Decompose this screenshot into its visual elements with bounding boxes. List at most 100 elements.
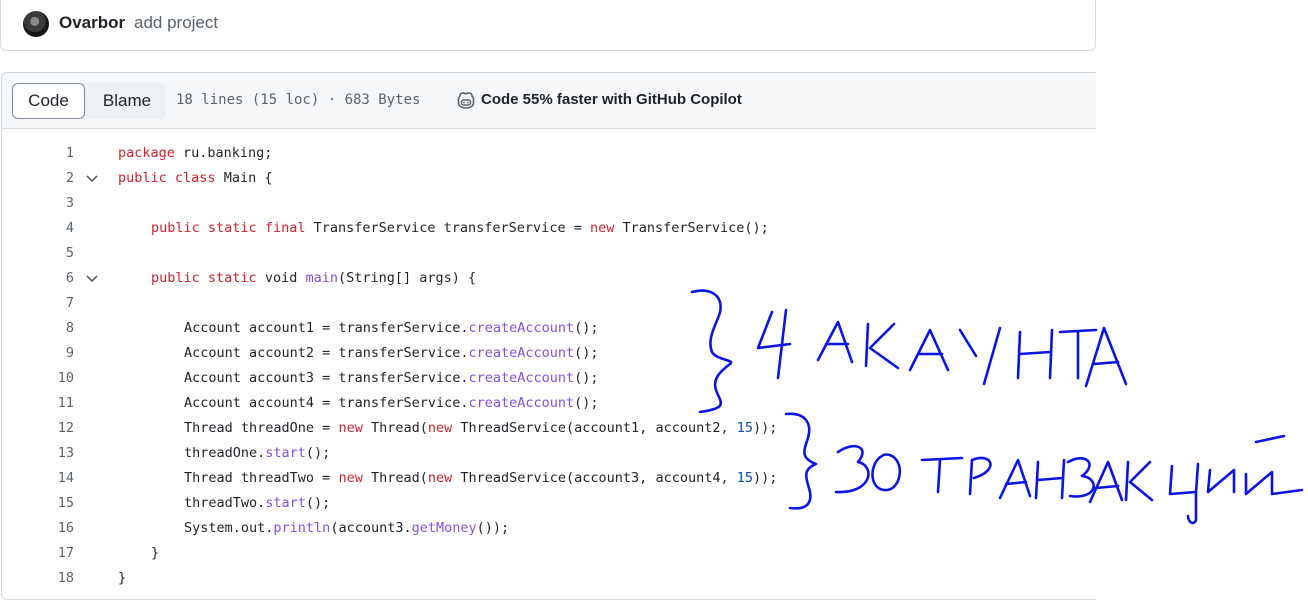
code-text: Thread threadTwo = new Thread(new Thread… [184,466,777,491]
chevron-down-icon[interactable] [85,172,99,186]
code-token: createAccount [468,395,575,411]
line-number[interactable]: 2 [2,166,74,191]
code-text: Account account1 = transferService.creat… [184,316,599,341]
line-number[interactable]: 5 [2,241,74,266]
code-line: 17} [2,541,1096,566]
code-listing: 1 package ru.banking; 2 public class Main {… [2,141,1096,591]
code-token: public [151,270,200,286]
code-token: 15 [736,420,753,436]
commit-author[interactable]: Ovarbor [59,13,125,33]
code-token: (); [305,495,331,511]
code-token: new [338,420,363,436]
code-token: ThreadService(account1, account2, [452,420,737,436]
code-line: 11 Account account4 = transferService.cre… [2,391,1096,416]
code-text: } [151,541,159,566]
code-token: (); [574,370,599,386]
line-number[interactable]: 6 [2,266,74,291]
code-token: new [427,420,453,436]
code-token: getMoney [411,520,477,536]
line-number[interactable]: 12 [2,416,74,441]
code-token: new [589,220,615,236]
line-number[interactable]: 4 [2,216,74,241]
code-text: public class Main { [118,166,272,191]
line-number[interactable]: 11 [2,391,74,416]
code-token: 15 [736,470,753,486]
glyph-i [1206,468,1236,494]
line-number[interactable]: 3 [2,191,74,216]
author-avatar[interactable] [23,11,49,37]
commit-message[interactable]: add project [134,13,218,33]
code-blame-toggle: Code Blame [12,83,166,119]
code-token: (); [574,345,599,361]
code-token: TransferService(); [614,220,769,236]
code-line: 2 public class Main { [2,166,1096,191]
code-token: void [256,270,306,286]
line-number[interactable]: 10 [2,366,74,391]
code-line: 5 [2,241,1096,266]
code-token: Thread( [362,470,428,486]
line-number[interactable]: 16 [2,516,74,541]
code-token: static [207,270,257,286]
code-token: package [118,145,175,161]
code-line: 4 public static final TransferService tra… [2,216,1096,241]
code-token: threadTwo. [184,495,266,511]
code-text: } [118,566,126,591]
copilot-icon [457,92,475,109]
code-token: start [265,495,306,511]
code-token: public [118,170,167,186]
line-number[interactable]: 17 [2,541,74,566]
code-line: 1 package ru.banking; [2,141,1096,166]
code-token: (); [305,445,331,461]
code-line: 6 public static void main(String[] args) … [2,266,1096,291]
code-text: Account account3 = transferService.creat… [184,366,599,391]
code-token: ()); [476,520,510,536]
code-token: new [427,470,453,486]
file-header: Code Blame 18 lines (15 loc) · 683 Bytes… [2,73,1096,129]
line-number[interactable]: 8 [2,316,74,341]
chevron-down-icon[interactable] [85,272,99,286]
line-number[interactable]: 18 [2,566,74,591]
line-number[interactable]: 9 [2,341,74,366]
file-info: 18 lines (15 loc) · 683 Bytes [176,92,421,108]
line-number[interactable]: 14 [2,466,74,491]
tab-blame[interactable]: Blame [88,83,166,119]
code-token: } [118,570,127,586]
code-token: createAccount [468,370,575,386]
glyph-k2 [1124,460,1154,502]
code-token: static [207,220,257,236]
code-text: public static void main(String[] args) { [151,266,476,291]
code-line: 9 Account account2 = transferService.crea… [2,341,1096,366]
line-number[interactable]: 1 [2,141,74,166]
code-line: 8 Account account1 = transferService.crea… [2,316,1096,341]
line-number[interactable]: 13 [2,441,74,466]
code-token: start [265,445,306,461]
tab-code[interactable]: Code [12,83,85,119]
code-line: 3 [2,191,1096,216]
glyph-j [1244,434,1304,496]
code-token: ) [753,420,762,436]
code-token: threadOne. [184,445,266,461]
line-number[interactable]: 15 [2,491,74,516]
code-line: 7 [2,291,1096,316]
code-text: Thread threadOne = new Thread(new Thread… [184,416,777,441]
code-token: ); [761,420,778,436]
code-line: 15 threadTwo.start(); [2,491,1096,516]
code-token: Account account2 = transferService. [184,345,469,361]
code-token: createAccount [468,345,575,361]
code-text: package ru.banking; [118,141,272,166]
code-token: Thread threadTwo = [184,470,339,486]
code-token: (String[] args) { [338,270,477,286]
copilot-label: Code 55% faster with GitHub Copilot [481,91,742,108]
code-text: Account account4 = transferService.creat… [184,391,599,416]
line-number[interactable]: 7 [2,291,74,316]
code-text: Account account2 = transferService.creat… [184,341,599,366]
code-token: (); [574,320,599,336]
code-token: Account account1 = transferService. [184,320,469,336]
code-token: (account3. [330,520,412,536]
code-line: 10 Account account3 = transferService.cre… [2,366,1096,391]
code-token: Account account4 = transferService. [184,395,469,411]
